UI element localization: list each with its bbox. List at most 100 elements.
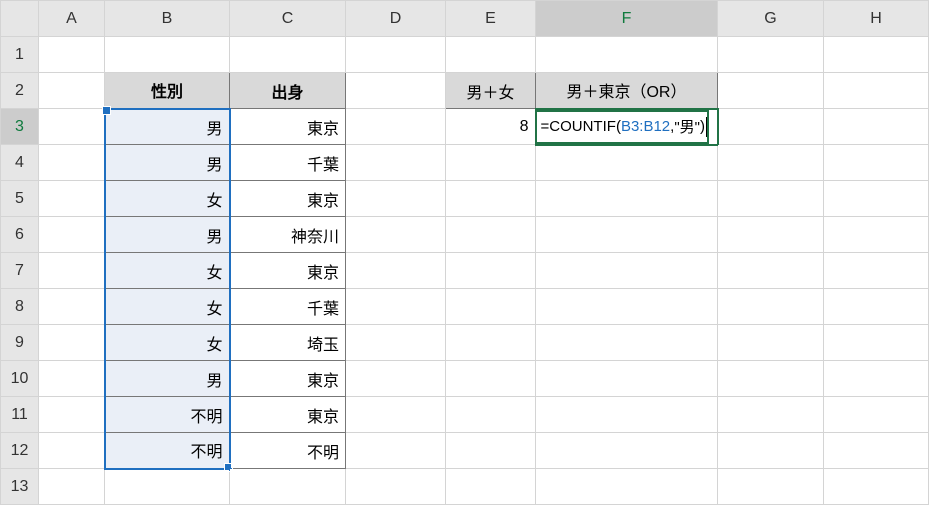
cell-C8[interactable]: 千葉 <box>230 289 346 325</box>
col-header-G[interactable]: G <box>718 1 824 37</box>
cell-D13[interactable] <box>346 469 446 505</box>
cell-D4[interactable] <box>346 145 446 181</box>
cell-G13[interactable] <box>718 469 824 505</box>
col-header-E[interactable]: E <box>446 1 536 37</box>
row-header-12[interactable]: 12 <box>1 433 39 469</box>
cell-C5[interactable]: 東京 <box>230 181 346 217</box>
row-header-10[interactable]: 10 <box>1 361 39 397</box>
cell-A11[interactable] <box>39 397 105 433</box>
cell-B10[interactable]: 男 <box>105 361 230 397</box>
cell-G8[interactable] <box>718 289 824 325</box>
cell-B11[interactable]: 不明 <box>105 397 230 433</box>
cell-A6[interactable] <box>39 217 105 253</box>
cell-C9[interactable]: 埼玉 <box>230 325 346 361</box>
row-header-5[interactable]: 5 <box>1 181 39 217</box>
cell-G1[interactable] <box>718 37 824 73</box>
col-header-B[interactable]: B <box>105 1 230 37</box>
cell-D12[interactable] <box>346 433 446 469</box>
row-header-7[interactable]: 7 <box>1 253 39 289</box>
cell-B9[interactable]: 女 <box>105 325 230 361</box>
cell-C2[interactable]: 出身 <box>230 73 346 109</box>
cell-D11[interactable] <box>346 397 446 433</box>
col-header-D[interactable]: D <box>346 1 446 37</box>
row-header-8[interactable]: 8 <box>1 289 39 325</box>
cell-G7[interactable] <box>718 253 824 289</box>
cell-B5[interactable]: 女 <box>105 181 230 217</box>
cell-B4[interactable]: 男 <box>105 145 230 181</box>
cell-H11[interactable] <box>824 397 929 433</box>
cell-C10[interactable]: 東京 <box>230 361 346 397</box>
cell-C1[interactable] <box>230 37 346 73</box>
cell-D1[interactable] <box>346 37 446 73</box>
cell-F3[interactable]: =COUNTIF(B3:B12,"男") <box>536 109 718 145</box>
cell-A12[interactable] <box>39 433 105 469</box>
cell-C13[interactable] <box>230 469 346 505</box>
cell-E7[interactable] <box>446 253 536 289</box>
cell-G9[interactable] <box>718 325 824 361</box>
col-header-F[interactable]: F <box>536 1 718 37</box>
cell-C3[interactable]: 東京 <box>230 109 346 145</box>
cell-D2[interactable] <box>346 73 446 109</box>
cell-C12[interactable]: 不明 <box>230 433 346 469</box>
cell-H10[interactable] <box>824 361 929 397</box>
cell-H9[interactable] <box>824 325 929 361</box>
cell-A2[interactable] <box>39 73 105 109</box>
row-header-6[interactable]: 6 <box>1 217 39 253</box>
cell-A4[interactable] <box>39 145 105 181</box>
cell-C4[interactable]: 千葉 <box>230 145 346 181</box>
row-header-9[interactable]: 9 <box>1 325 39 361</box>
cell-H12[interactable] <box>824 433 929 469</box>
cell-B8[interactable]: 女 <box>105 289 230 325</box>
cell-F4[interactable] <box>536 145 718 181</box>
cell-D7[interactable] <box>346 253 446 289</box>
cell-B6[interactable]: 男 <box>105 217 230 253</box>
cell-H5[interactable] <box>824 181 929 217</box>
cell-E5[interactable] <box>446 181 536 217</box>
cell-E2[interactable]: 男＋女 <box>446 73 536 109</box>
cell-B13[interactable] <box>105 469 230 505</box>
cell-D5[interactable] <box>346 181 446 217</box>
cell-A13[interactable] <box>39 469 105 505</box>
cell-F9[interactable] <box>536 325 718 361</box>
cell-D6[interactable] <box>346 217 446 253</box>
cell-A8[interactable] <box>39 289 105 325</box>
formula-editor[interactable]: =COUNTIF(B3:B12,"男") <box>537 110 709 144</box>
cell-A9[interactable] <box>39 325 105 361</box>
cell-F10[interactable] <box>536 361 718 397</box>
cell-C11[interactable]: 東京 <box>230 397 346 433</box>
row-header-2[interactable]: 2 <box>1 73 39 109</box>
cell-G11[interactable] <box>718 397 824 433</box>
cell-D10[interactable] <box>346 361 446 397</box>
cell-E6[interactable] <box>446 217 536 253</box>
cell-B12[interactable]: 不明 <box>105 433 230 469</box>
col-header-C[interactable]: C <box>230 1 346 37</box>
cell-G2[interactable] <box>718 73 824 109</box>
cell-H1[interactable] <box>824 37 929 73</box>
cell-E13[interactable] <box>446 469 536 505</box>
cell-F2[interactable]: 男＋東京（OR） <box>536 73 718 109</box>
cell-A3[interactable] <box>39 109 105 145</box>
row-header-3[interactable]: 3 <box>1 109 39 145</box>
col-header-H[interactable]: H <box>824 1 929 37</box>
select-all-corner[interactable] <box>1 1 39 37</box>
cell-H6[interactable] <box>824 217 929 253</box>
cell-H2[interactable] <box>824 73 929 109</box>
cell-A5[interactable] <box>39 181 105 217</box>
cell-F7[interactable] <box>536 253 718 289</box>
cell-F6[interactable] <box>536 217 718 253</box>
cell-G6[interactable] <box>718 217 824 253</box>
cell-B2[interactable]: 性別 <box>105 73 230 109</box>
row-header-13[interactable]: 13 <box>1 469 39 505</box>
cell-E1[interactable] <box>446 37 536 73</box>
cell-D8[interactable] <box>346 289 446 325</box>
cell-F13[interactable] <box>536 469 718 505</box>
cell-C7[interactable]: 東京 <box>230 253 346 289</box>
cell-G5[interactable] <box>718 181 824 217</box>
row-header-4[interactable]: 4 <box>1 145 39 181</box>
cell-A10[interactable] <box>39 361 105 397</box>
cell-G3[interactable] <box>718 109 824 145</box>
row-header-1[interactable]: 1 <box>1 37 39 73</box>
cell-E12[interactable] <box>446 433 536 469</box>
cell-E3[interactable]: 8 <box>446 109 536 145</box>
cell-H3[interactable] <box>824 109 929 145</box>
